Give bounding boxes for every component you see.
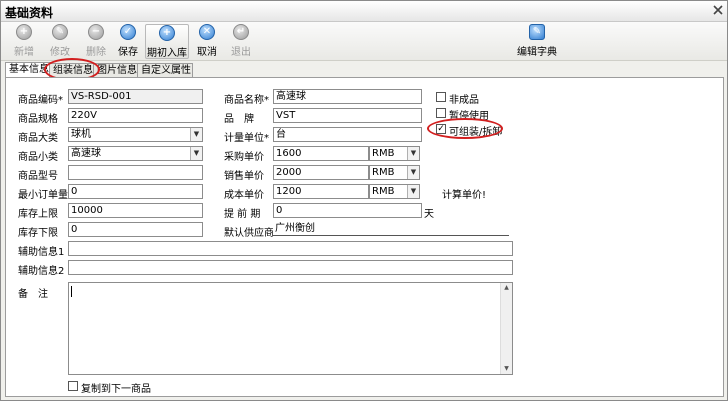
minus-icon: −: [88, 24, 104, 40]
brand-label: 品 牌: [224, 114, 254, 125]
brand-field[interactable]: VST: [273, 108, 422, 123]
check-icon: ✓: [120, 24, 136, 40]
add-circle-icon: +: [159, 25, 175, 41]
aux1-label: 辅助信息1: [18, 247, 65, 258]
cost-price-label: 成本单价: [224, 190, 264, 201]
min-order-label: 最小订单量: [18, 190, 68, 201]
purchase-price-label: 采购单价: [224, 152, 264, 163]
basic-info-panel: 商品编码* VS-RSD-001 商品名称* 高速球 商品规格 220V 品 牌…: [5, 77, 724, 397]
semi-finished-checkbox[interactable]: [436, 92, 446, 102]
purchase-price-field[interactable]: 1600: [273, 146, 369, 161]
dictionary-icon: ✎: [529, 24, 545, 40]
chevron-down-icon[interactable]: ▼: [407, 185, 419, 198]
chevron-down-icon[interactable]: ▼: [407, 147, 419, 160]
add-icon: +: [16, 24, 32, 40]
lead-time-unit: 天: [424, 209, 434, 220]
stock-min-label: 库存下限: [18, 228, 58, 239]
aux2-field[interactable]: [68, 260, 513, 275]
aux1-field[interactable]: [68, 241, 513, 256]
scroll-up-icon[interactable]: ▲: [501, 283, 512, 293]
default-supplier-field[interactable]: 广州衡创: [273, 222, 509, 236]
spec-field[interactable]: 220V: [68, 108, 203, 123]
name-label: 商品名称*: [224, 95, 269, 106]
copy-next-checkbox[interactable]: [68, 381, 78, 391]
remark-label: 备 注: [18, 289, 48, 300]
remark-scrollbar[interactable]: ▲ ▼: [500, 283, 512, 374]
exit-button[interactable]: ↵ 退出: [227, 24, 255, 58]
min-order-field[interactable]: 0: [68, 184, 203, 199]
delete-button[interactable]: − 删除: [81, 24, 111, 58]
model-field[interactable]: [68, 165, 203, 180]
base-data-window: 基础资料 + 新增 ✎ 修改 − 删除 ✓ 保存 + 期初入库 ✕ 取消 ↵ 退…: [0, 0, 728, 401]
toolbar: + 新增 ✎ 修改 − 删除 ✓ 保存 + 期初入库 ✕ 取消 ↵ 退出 ✎ 编: [1, 22, 727, 61]
unit-field[interactable]: 台: [273, 127, 422, 142]
model-label: 商品型号: [18, 171, 58, 182]
cancel-button[interactable]: ✕ 取消: [193, 24, 221, 58]
chevron-down-icon[interactable]: ▼: [190, 128, 202, 141]
unit-label: 计量单位*: [224, 133, 269, 144]
new-button[interactable]: + 新增: [9, 24, 39, 58]
cancel-icon: ✕: [199, 24, 215, 40]
stock-max-field[interactable]: 10000: [68, 203, 203, 218]
calc-price-link[interactable]: 计算单价!: [442, 186, 486, 201]
sale-price-field[interactable]: 2000: [273, 165, 369, 180]
text-cursor: [71, 286, 72, 297]
category-label: 商品大类: [18, 133, 58, 144]
edit-dictionary-button[interactable]: ✎ 编辑字典: [515, 24, 559, 58]
scroll-down-icon[interactable]: ▼: [501, 364, 512, 374]
save-button[interactable]: ✓ 保存: [115, 24, 141, 58]
close-icon[interactable]: [713, 5, 723, 15]
subcategory-select[interactable]: 高速球 ▼: [68, 146, 203, 161]
cost-currency-select[interactable]: RMB ▼: [369, 184, 420, 199]
category-select[interactable]: 球机 ▼: [68, 127, 203, 142]
code-label: 商品编码*: [18, 95, 63, 106]
stock-min-field[interactable]: 0: [68, 222, 203, 237]
lead-time-label: 提 前 期: [224, 209, 261, 220]
code-field[interactable]: VS-RSD-001: [68, 89, 203, 104]
sale-currency-select[interactable]: RMB ▼: [369, 165, 420, 180]
subcategory-label: 商品小类: [18, 152, 58, 163]
tab-custom-attributes[interactable]: 自定义属性: [137, 63, 193, 77]
chevron-down-icon[interactable]: ▼: [190, 147, 202, 160]
chevron-down-icon[interactable]: ▼: [407, 166, 419, 179]
cost-price-field[interactable]: 1200: [273, 184, 369, 199]
window-title: 基础资料: [5, 6, 54, 20]
purchase-currency-select[interactable]: RMB ▼: [369, 146, 420, 161]
stock-max-label: 库存上限: [18, 209, 58, 220]
aux2-label: 辅助信息2: [18, 266, 65, 277]
sale-price-label: 销售单价: [224, 171, 264, 182]
semi-finished-label: 非成品: [449, 95, 479, 106]
remark-textarea[interactable]: ▲ ▼: [68, 282, 513, 375]
edit-icon: ✎: [52, 24, 68, 40]
title-bar: 基础资料: [1, 1, 727, 22]
copy-next-label: 复制到下一商品: [81, 384, 151, 395]
opening-stock-button[interactable]: + 期初入库: [145, 24, 189, 59]
exit-icon: ↵: [233, 24, 249, 40]
default-supplier-label: 默认供应商: [224, 228, 274, 239]
assemblable-highlight: [427, 118, 503, 139]
edit-button[interactable]: ✎ 修改: [45, 24, 75, 58]
suspended-checkbox[interactable]: [436, 108, 446, 118]
lead-time-field[interactable]: 0: [273, 203, 422, 218]
name-field[interactable]: 高速球: [273, 89, 422, 104]
spec-label: 商品规格: [18, 114, 58, 125]
